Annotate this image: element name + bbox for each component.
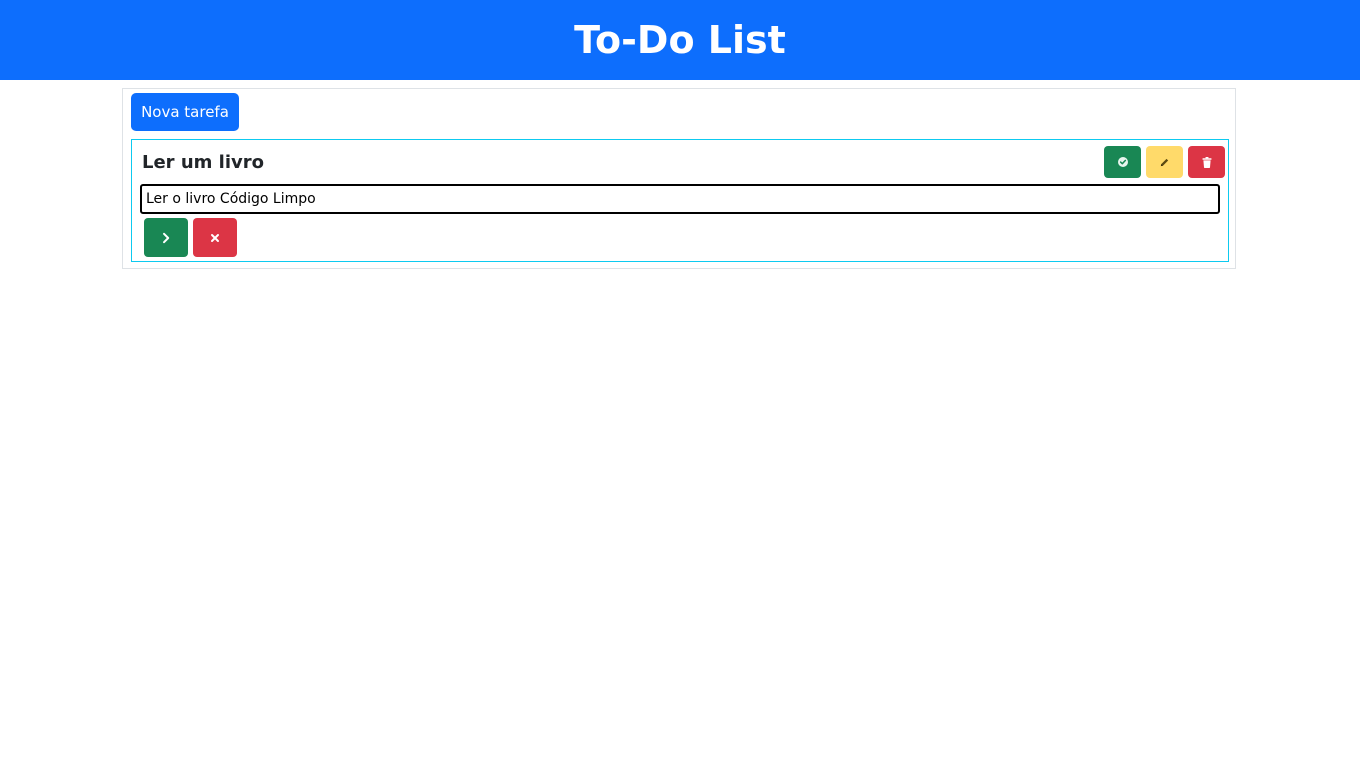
new-task-button[interactable]: Nova tarefa	[131, 93, 239, 131]
trash-icon	[1202, 156, 1212, 168]
chevron-right-icon	[161, 232, 171, 244]
close-icon	[210, 233, 220, 243]
task-list-container: Nova tarefa Ler um livro	[122, 88, 1236, 269]
pencil-icon	[1159, 157, 1170, 168]
task-card: Ler um livro	[131, 139, 1229, 262]
cancel-edit-button[interactable]	[193, 218, 237, 257]
task-title: Ler um livro	[142, 152, 264, 173]
check-circle-icon	[1117, 156, 1129, 168]
confirm-edit-button[interactable]	[144, 218, 188, 257]
task-description-input[interactable]	[140, 184, 1220, 214]
delete-task-button[interactable]	[1188, 146, 1225, 178]
page-title: To-Do List	[574, 18, 786, 62]
complete-task-button[interactable]	[1104, 146, 1141, 178]
edit-task-button[interactable]	[1146, 146, 1183, 178]
app-header: To-Do List	[0, 0, 1360, 80]
